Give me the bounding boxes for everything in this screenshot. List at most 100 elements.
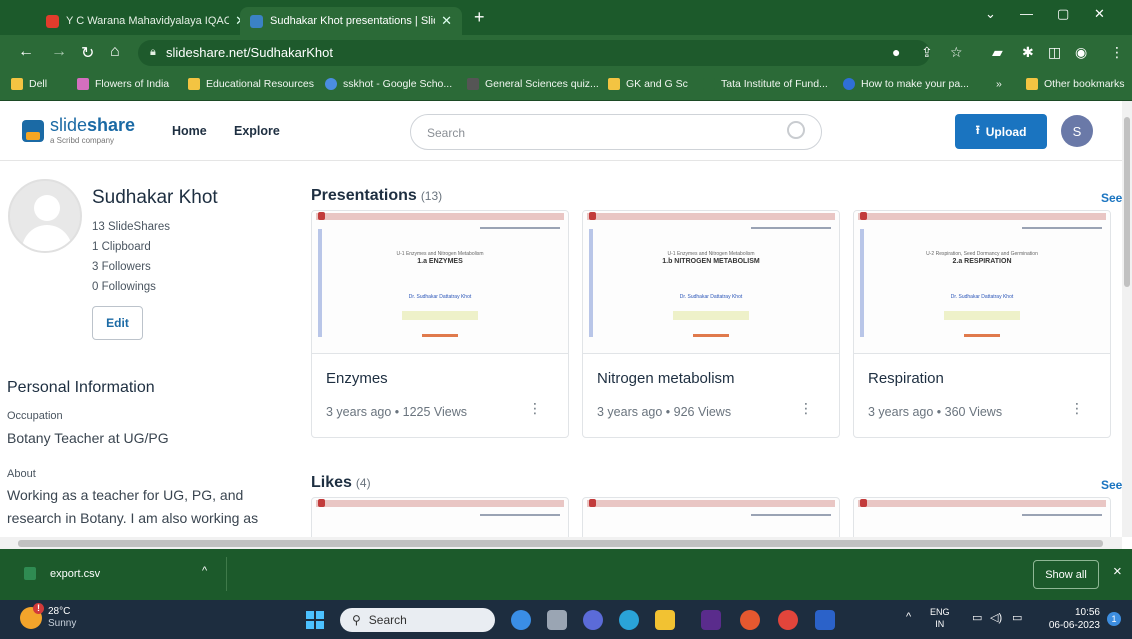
liked-slide-thumbnail[interactable] (311, 497, 569, 537)
extensions-puzzle-icon[interactable]: ✱ (1022, 44, 1034, 61)
url-text[interactable]: slideshare.net/SudhakarKhot (166, 45, 333, 60)
likes-heading: Likes (4) (311, 474, 371, 491)
tab-close-icon[interactable]: ✕ (441, 13, 452, 29)
other-bookmarks[interactable]: Other bookmarks (1026, 78, 1125, 90)
show-all-button[interactable]: Show all (1033, 560, 1099, 589)
stat-followers[interactable]: 3 Followers (92, 261, 151, 273)
presentation-card[interactable]: U-2 Respiration, Seed Dormancy and Germi… (853, 210, 1111, 438)
battery-icon[interactable]: ▭ (1012, 611, 1022, 624)
stat-slideshares[interactable]: 13 SlideShares (92, 221, 170, 233)
slideshare-logo[interactable]: slideshare a Scribd company (22, 116, 135, 145)
home-icon[interactable]: ⌂ (110, 43, 120, 61)
profile-avatar-icon[interactable]: ◉ (1075, 44, 1087, 61)
chevron-up-icon[interactable]: ^ (202, 565, 207, 577)
vertical-scrollbar[interactable] (1122, 101, 1132, 537)
powerpoint-icon[interactable] (740, 610, 760, 630)
maximize-icon[interactable]: ▢ (1057, 6, 1069, 22)
premiere-icon[interactable] (701, 610, 721, 630)
slide-thumbnail[interactable]: U-1 Enzymes and Nitrogen Metabolism 1.a … (312, 211, 568, 354)
bing-icon[interactable] (511, 610, 531, 630)
system-clock[interactable]: 10:56 06-06-2023 (1040, 606, 1100, 632)
windows-taskbar: 28°C Sunny ⚲ Search ^ ENG IN ▭ ◁) ▭ 10:5… (0, 600, 1132, 639)
address-bar[interactable]: 🔒︎ slideshare.net/SudhakarKhot (138, 40, 930, 66)
presentation-card[interactable]: U-1 Enzymes and Nitrogen Metabolism 1.a … (311, 210, 569, 438)
more-options-icon[interactable]: ⋮ (799, 401, 813, 415)
extension-icon[interactable]: ▰ (992, 44, 1003, 61)
flower-icon (77, 78, 89, 90)
nav-explore[interactable]: Explore (234, 124, 280, 138)
download-item[interactable]: export.csv (24, 567, 100, 580)
bookmark-item[interactable]: Flowers of India (77, 78, 169, 90)
bookmark-item[interactable]: General Sciences quiz... (467, 78, 599, 90)
new-tab-icon[interactable]: + (474, 7, 485, 28)
google-lens-icon[interactable]: ● (892, 44, 900, 60)
more-options-icon[interactable]: ⋮ (1070, 401, 1084, 415)
horizontal-scrollbar[interactable] (0, 537, 1122, 549)
tab-search-icon[interactable]: ⌄ (985, 6, 996, 22)
occupation-label: Occupation (7, 410, 63, 422)
edge-icon (843, 78, 855, 90)
about-line: Working as a teacher for UG, PG, and (7, 487, 244, 503)
taskbar-search[interactable]: ⚲ Search (340, 608, 495, 632)
edge-icon[interactable] (619, 610, 639, 630)
menu-kebab-icon[interactable]: ⋮ (1110, 44, 1124, 61)
likes-see-all-link[interactable]: See (1101, 478, 1122, 492)
search-icon[interactable] (787, 121, 805, 139)
task-view-icon[interactable] (547, 610, 567, 630)
windows-start-icon[interactable] (306, 611, 324, 629)
search-input[interactable]: Search (410, 114, 822, 150)
bookmark-item[interactable]: How to make your pa... (843, 78, 969, 90)
nav-home[interactable]: Home (172, 124, 207, 138)
liked-slide-thumbnail[interactable] (853, 497, 1111, 537)
presentation-title[interactable]: Respiration (868, 370, 944, 387)
tab-slideshare[interactable]: Sudhakar Khot presentations | Slide ✕ (240, 7, 462, 35)
notification-badge[interactable]: 1 (1107, 612, 1121, 626)
chevron-up-icon[interactable]: ^ (906, 611, 911, 623)
stat-followings[interactable]: 0 Followings (92, 281, 156, 293)
language-indicator[interactable]: ENG IN (930, 606, 950, 630)
slide-thumbnail[interactable]: U-2 Respiration, Seed Dormancy and Germi… (854, 211, 1110, 354)
share-icon[interactable]: ⇪ (921, 44, 933, 61)
word-icon[interactable] (815, 610, 835, 630)
browser-tab-strip: Y C Warana Mahavidyalaya IQAC - Y ✕ Sudh… (0, 0, 1132, 35)
presentation-title[interactable]: Enzymes (326, 370, 388, 387)
forward-icon[interactable]: → (51, 43, 67, 61)
stat-clipboards[interactable]: 1 Clipboard (92, 241, 151, 253)
presentation-meta: 3 years ago • 1225 Views (326, 405, 468, 419)
tab-iqac[interactable]: Y C Warana Mahavidyalaya IQAC - Y ✕ (36, 7, 256, 35)
chat-icon[interactable] (583, 610, 603, 630)
speaker-icon[interactable]: ◁) (990, 611, 1002, 624)
tab-title: Sudhakar Khot presentations | Slide (270, 15, 436, 27)
weather-widget[interactable]: 28°C Sunny (20, 603, 76, 630)
web-page: slideshare a Scribd company Home Explore… (0, 101, 1122, 537)
presentations-see-all-link[interactable]: See (1101, 191, 1122, 205)
presentation-card[interactable]: U-1 Enzymes and Nitrogen Metabolism 1.b … (582, 210, 840, 438)
minimize-icon[interactable]: — (1020, 6, 1033, 21)
more-options-icon[interactable]: ⋮ (528, 401, 542, 415)
bookmark-item[interactable]: GK and G Sc (608, 78, 688, 90)
presentation-meta: 3 years ago • 360 Views (868, 405, 1003, 419)
edit-profile-button[interactable]: Edit (92, 306, 143, 340)
monitor-icon[interactable]: ▭ (972, 611, 982, 624)
youtube-icon (46, 14, 59, 28)
bookmark-star-icon[interactable]: ☆ (950, 44, 963, 61)
bookmarks-overflow[interactable]: » (996, 78, 1002, 90)
liked-slide-thumbnail[interactable] (582, 497, 840, 537)
window-close-icon[interactable]: ✕ (1094, 6, 1105, 22)
bookmark-item[interactable]: Tata Institute of Fund... (703, 78, 828, 90)
user-avatar[interactable]: S (1061, 115, 1093, 147)
file-explorer-icon[interactable] (655, 610, 675, 630)
bookmark-item[interactable]: Dell (11, 78, 47, 90)
sidepanel-icon[interactable]: ◫ (1048, 44, 1061, 61)
bookmark-item[interactable]: Educational Resources (188, 78, 314, 90)
presentation-title[interactable]: Nitrogen metabolism (597, 370, 735, 387)
sun-icon (20, 603, 44, 629)
close-icon[interactable]: × (1113, 563, 1122, 580)
folder-icon (1026, 78, 1038, 90)
bookmark-item[interactable]: sskhot - Google Scho... (325, 78, 452, 90)
back-icon[interactable]: ← (18, 43, 34, 61)
reload-icon[interactable]: ↻ (81, 43, 94, 63)
slide-thumbnail[interactable]: U-1 Enzymes and Nitrogen Metabolism 1.b … (583, 211, 839, 354)
upload-button[interactable]: ⭱ Upload (955, 114, 1047, 149)
chrome-icon[interactable] (778, 610, 798, 630)
